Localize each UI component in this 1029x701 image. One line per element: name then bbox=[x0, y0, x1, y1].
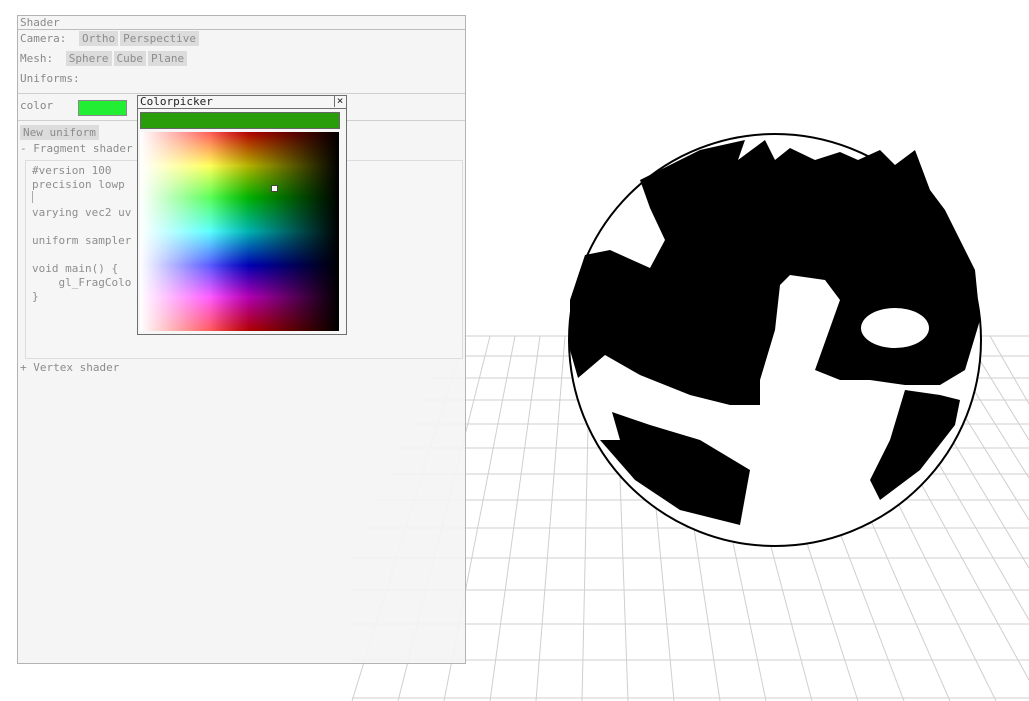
uniform-name: color bbox=[20, 99, 54, 112]
color-gradient-area[interactable] bbox=[140, 132, 339, 331]
code-line: uniform sampler bbox=[32, 234, 132, 247]
uniforms-label: Uniforms: bbox=[20, 72, 80, 85]
camera-row: Camera: Ortho Perspective bbox=[20, 31, 201, 47]
camera-ortho-button[interactable]: Ortho bbox=[78, 31, 119, 46]
code-line: #version 100 bbox=[32, 164, 112, 177]
panel-title: Shader bbox=[18, 16, 465, 30]
mesh-sphere-button[interactable]: Sphere bbox=[65, 51, 112, 66]
sphere-hole bbox=[861, 308, 929, 348]
colorpicker-window: Colorpicker × bbox=[137, 95, 347, 335]
mesh-plane-button[interactable]: Plane bbox=[148, 51, 188, 66]
code-line: gl_FragColo bbox=[32, 276, 132, 289]
colorpicker-titlebar[interactable]: Colorpicker × bbox=[138, 95, 346, 109]
divider bbox=[18, 93, 465, 94]
new-uniform-button[interactable]: New uniform bbox=[20, 125, 99, 140]
code-line: precision lowp bbox=[32, 178, 125, 191]
mesh-label: Mesh: bbox=[20, 52, 54, 65]
code-line: void main() { bbox=[32, 262, 119, 275]
colorpicker-title: Colorpicker bbox=[140, 95, 213, 108]
black-gradient bbox=[140, 132, 339, 331]
mesh-row: Mesh: Sphere Cube Plane bbox=[20, 51, 189, 67]
vertex-shader-toggle[interactable]: + Vertex shader bbox=[20, 361, 119, 375]
sphere-mesh[interactable] bbox=[568, 133, 982, 547]
code-line: } bbox=[32, 290, 39, 303]
new-uniform-row: New uniform bbox=[20, 125, 101, 141]
fragment-shader-toggle[interactable]: - Fragment shader bbox=[20, 142, 133, 156]
uniform-color-swatch[interactable] bbox=[78, 100, 127, 116]
camera-label: Camera: bbox=[20, 32, 67, 45]
mesh-cube-button[interactable]: Cube bbox=[113, 51, 146, 66]
camera-perspective-button[interactable]: Perspective bbox=[120, 31, 199, 46]
code-line: varying vec2 uv bbox=[32, 206, 132, 219]
color-selection-handle[interactable] bbox=[271, 185, 278, 192]
text-caret bbox=[32, 191, 33, 203]
close-icon[interactable]: × bbox=[334, 95, 345, 107]
color-preview bbox=[140, 112, 340, 129]
